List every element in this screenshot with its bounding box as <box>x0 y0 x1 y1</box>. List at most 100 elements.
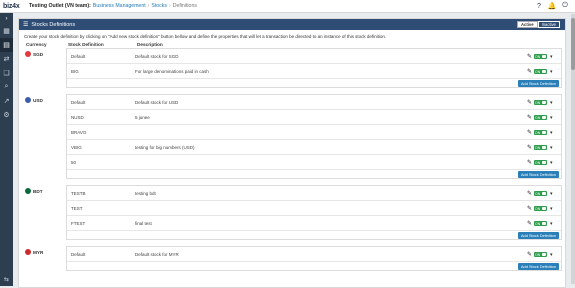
currency-code: USD <box>33 97 43 103</box>
switch-knob <box>542 222 546 225</box>
stock-definition-name: Default <box>71 53 86 59</box>
active-switch[interactable]: ON <box>534 69 547 74</box>
add-stock-definition-button[interactable]: Add Stock Definition <box>517 171 559 178</box>
edit-pencil-icon[interactable]: ✎ <box>527 159 532 166</box>
chevron-down-icon[interactable]: ▾ <box>550 145 553 151</box>
active-switch[interactable]: ON <box>534 145 547 150</box>
stock-definition-name: BIG <box>71 68 79 74</box>
edit-pencil-icon[interactable]: ✎ <box>527 251 532 258</box>
add-stock-definition-button[interactable]: Add Stock Definition <box>517 263 559 270</box>
document-icon[interactable]: ▤ <box>0 38 13 52</box>
gear-icon[interactable]: ⚙ <box>0 108 13 122</box>
stock-definition-description: final test <box>135 220 152 226</box>
edit-pencil-icon[interactable]: ✎ <box>527 53 532 60</box>
chevron-down-icon[interactable]: ▾ <box>550 100 553 106</box>
switch-knob <box>542 192 546 195</box>
flag-icon <box>25 249 31 255</box>
edit-pencil-icon[interactable]: ✎ <box>527 99 532 106</box>
scrollbar-thumb[interactable] <box>571 18 575 70</box>
stock-definition-description: testing bdt <box>135 190 156 196</box>
currency-code: BDT <box>33 188 43 194</box>
edit-pencil-icon[interactable]: ✎ <box>527 129 532 136</box>
switch-label: ON <box>535 206 541 211</box>
stock-definition-row: VBIG testing for big numbers (USD) ✎ ON ▾ <box>67 140 561 155</box>
switch-label: ON <box>535 115 541 120</box>
chevron-down-icon[interactable]: ▾ <box>550 206 553 212</box>
switch-knob <box>542 101 546 104</box>
stock-definition-row: TEST ✎ ON ▾ <box>67 201 561 216</box>
switch-knob <box>542 207 546 210</box>
active-switch[interactable]: ON <box>534 252 547 257</box>
stock-definition-list: Default Default stock for USD ✎ ON ▾ NUSD 5 ju… <box>66 94 562 179</box>
flag-icon <box>25 97 31 103</box>
bell-icon[interactable]: 🔔 <box>548 2 557 10</box>
chevron-right-icon[interactable]: › <box>0 13 13 24</box>
stock-definition-description: 5 junee <box>135 114 150 120</box>
chevron-down-icon[interactable]: ▾ <box>550 69 553 75</box>
switch-label: ON <box>535 160 541 165</box>
column-description: Description <box>137 41 163 47</box>
switch-knob <box>542 146 546 149</box>
flag-icon <box>25 51 31 57</box>
switch-knob <box>542 131 546 134</box>
switch-label: ON <box>535 191 541 196</box>
active-switch[interactable]: ON <box>534 130 547 135</box>
active-switch[interactable]: ON <box>534 54 547 59</box>
chevron-down-icon[interactable]: ▾ <box>550 221 553 227</box>
chevron-down-icon[interactable]: ▾ <box>550 115 553 121</box>
stock-definition-name: Default <box>71 251 86 257</box>
transactions-icon[interactable]: ⇄ <box>0 52 13 66</box>
stock-definition-description: For large denominations paid in cash <box>135 68 209 74</box>
help-icon[interactable]: ? <box>535 2 543 10</box>
edit-pencil-icon[interactable]: ✎ <box>527 144 532 151</box>
stock-definition-row: TESTB testing bdt ✎ ON ▾ <box>67 186 561 201</box>
active-switch[interactable]: ON <box>534 206 547 211</box>
stock-definition-row: 50 ✎ ON ▾ <box>67 155 561 170</box>
chevron-down-icon[interactable]: ▾ <box>550 130 553 136</box>
currency-label: MYR <box>25 249 43 255</box>
stock-definition-list: Default Default stock for MYR ✎ ON ▾ Add Stoc… <box>66 246 562 271</box>
active-switch[interactable]: ON <box>534 160 547 165</box>
stock-definition-row: BIG For large denominations paid in cash ✎… <box>67 64 561 79</box>
switch-label: ON <box>535 252 541 257</box>
stock-definition-description: Default stock for MYR <box>135 251 179 257</box>
stock-definition-description: testing for big numbers (USD) <box>135 144 195 150</box>
chevron-down-icon[interactable]: ▾ <box>550 191 553 197</box>
expand-icon[interactable]: ⇆ <box>0 276 13 283</box>
active-switch[interactable]: ON <box>534 100 547 105</box>
stock-definition-description: Default stock for USD <box>135 99 179 105</box>
stock-definition-row: Default Default stock for MYR ✎ ON ▾ <box>67 247 561 262</box>
edit-pencil-icon[interactable]: ✎ <box>527 190 532 197</box>
chevron-down-icon[interactable]: ▾ <box>550 54 553 60</box>
breadcrumb-stocks[interactable]: Stocks <box>151 3 167 9</box>
chevron-down-icon[interactable]: ▾ <box>550 252 553 258</box>
search-icon[interactable]: ⌕ <box>0 80 13 94</box>
dashboard-icon[interactable]: ▦ <box>0 24 13 38</box>
column-stock-definition: Stock Definition <box>68 41 104 47</box>
power-icon[interactable]: ⏻ <box>561 2 569 10</box>
chart-icon[interactable]: ↗ <box>0 94 13 108</box>
layers-icon[interactable]: ❏ <box>0 66 13 80</box>
add-stock-definition-button[interactable]: Add Stock Definition <box>517 80 559 87</box>
chevron-down-icon[interactable]: ▾ <box>550 160 553 166</box>
intro-text: Create your stock definition by clicking… <box>24 34 387 39</box>
add-stock-definition-button[interactable]: Add Stock Definition <box>517 232 559 239</box>
stock-definition-list: Default Default stock for SGD ✎ ON ▾ BIG For l… <box>66 48 562 88</box>
active-switch[interactable]: ON <box>534 191 547 196</box>
active-switch[interactable]: ON <box>534 221 547 226</box>
panel-header: ☰ Stocks Definitions Active Inactive <box>19 19 565 30</box>
breadcrumb-business-management[interactable]: Business Management <box>93 3 146 9</box>
biz4x-logo[interactable]: biz4x <box>3 0 23 12</box>
active-filter-button[interactable]: Active <box>516 21 538 28</box>
edit-pencil-icon[interactable]: ✎ <box>527 220 532 227</box>
edit-pencil-icon[interactable]: ✎ <box>527 68 532 75</box>
edit-pencil-icon[interactable]: ✎ <box>527 114 532 121</box>
stock-definition-name: VBIG <box>71 144 82 150</box>
currency-label: BDT <box>25 188 43 194</box>
active-switch[interactable]: ON <box>534 115 547 120</box>
inactive-filter-button[interactable]: Inactive <box>537 21 560 28</box>
stock-definition-name: BRAVO <box>71 129 87 135</box>
switch-label: ON <box>535 100 541 105</box>
edit-pencil-icon[interactable]: ✎ <box>527 205 532 212</box>
switch-label: ON <box>535 221 541 226</box>
